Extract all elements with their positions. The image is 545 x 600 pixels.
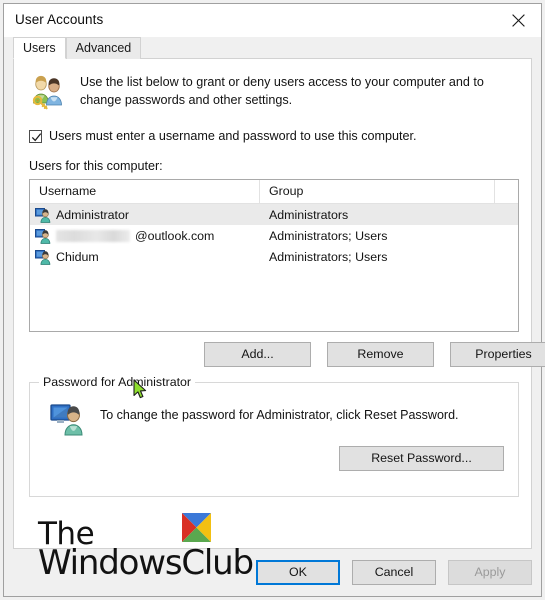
- tab-users[interactable]: Users: [13, 37, 66, 59]
- properties-button[interactable]: Properties: [450, 342, 545, 367]
- window-title: User Accounts: [15, 12, 104, 27]
- cell-group: Administrators; Users: [269, 249, 388, 264]
- reset-password-button[interactable]: Reset Password...: [339, 446, 504, 471]
- column-header-filler: [495, 180, 518, 203]
- require-login-checkbox-row[interactable]: Users must enter a username and password…: [29, 129, 417, 143]
- add-button[interactable]: Add...: [204, 342, 311, 367]
- password-group-title: Password for Administrator: [39, 375, 196, 389]
- user-account-icon: [35, 228, 51, 244]
- cell-username: Chidum: [30, 249, 260, 265]
- tab-strip: Users Advanced: [4, 37, 541, 59]
- password-group-box: Password for Administrator To change the…: [29, 375, 519, 497]
- checkmark-icon: [31, 132, 42, 141]
- tab-advanced[interactable]: Advanced: [65, 37, 142, 59]
- user-account-icon: [35, 207, 51, 223]
- require-login-checkbox[interactable]: [29, 129, 42, 143]
- cell-username: Administrator: [30, 207, 260, 223]
- users-list-label: Users for this computer:: [29, 159, 163, 173]
- redacted-username-block: [56, 229, 130, 242]
- cell-username: @outlook.com: [30, 228, 260, 244]
- user-account-icon: [35, 249, 51, 265]
- dialog-buttons: OK Cancel Apply: [256, 560, 532, 585]
- users-key-icon: [28, 73, 66, 111]
- column-header-username[interactable]: Username: [30, 180, 260, 203]
- table-row[interactable]: @outlook.com Administrators; Users: [30, 225, 518, 246]
- title-bar: User Accounts: [4, 4, 541, 37]
- cancel-button[interactable]: Cancel: [352, 560, 436, 585]
- require-login-checkbox-label: Users must enter a username and password…: [49, 129, 417, 143]
- dialog-footer: OK Cancel Apply: [4, 549, 541, 596]
- users-list[interactable]: Username Group Administrator Administrat…: [29, 179, 519, 332]
- user-accounts-window: User Accounts Users Advanced Use the lis…: [3, 3, 545, 597]
- apply-button: Apply: [448, 560, 532, 585]
- ok-button[interactable]: OK: [256, 560, 340, 585]
- screen: User Accounts Users Advanced Use the lis…: [0, 0, 545, 600]
- close-icon: [511, 13, 526, 28]
- users-list-header: Username Group: [30, 180, 518, 204]
- cell-username-text: @outlook.com: [135, 228, 215, 243]
- description-text: Use the list below to grant or deny user…: [80, 75, 484, 107]
- column-header-group[interactable]: Group: [260, 180, 495, 203]
- table-row[interactable]: Administrator Administrators: [30, 204, 518, 225]
- cell-username-text: Chidum: [56, 249, 99, 264]
- cell-group: Administrators: [269, 207, 349, 222]
- close-button[interactable]: [496, 4, 541, 37]
- password-group-text: To change the password for Administrator…: [100, 408, 459, 422]
- description-block: Use the list below to grant or deny user…: [28, 73, 517, 111]
- remove-button[interactable]: Remove: [327, 342, 434, 367]
- table-row[interactable]: Chidum Administrators; Users: [30, 246, 518, 267]
- users-tab-panel: Use the list below to grant or deny user…: [13, 59, 545, 549]
- cell-username-text: Administrator: [56, 207, 129, 222]
- pc-user-icon: [50, 401, 86, 437]
- password-group-content: To change the password for Administrator…: [50, 401, 504, 437]
- list-action-buttons: Add... Remove Properties: [204, 342, 545, 367]
- cell-group: Administrators; Users: [269, 228, 388, 243]
